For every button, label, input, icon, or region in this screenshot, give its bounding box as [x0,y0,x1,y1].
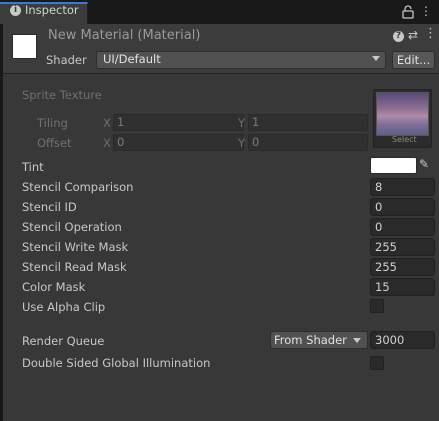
eyedropper-icon[interactable]: ✎ [419,157,429,171]
tiling-y-field[interactable]: 1 [248,114,368,131]
shader-label: Shader [46,53,87,67]
tiling-x-field[interactable]: 1 [113,114,244,131]
stencil-write-mask-label: Stencil Write Mask [22,240,129,254]
shader-value: UI/Default [103,52,161,66]
stencil-operation-label: Stencil Operation [22,220,122,234]
tiling-y-letter: Y [238,116,246,130]
info-icon: i [10,5,21,16]
tint-color-field[interactable] [370,157,417,174]
stencil-read-mask-label: Stencil Read Mask [22,260,127,274]
render-queue-mode-value: From Shader [274,333,347,347]
offset-label: Offset [37,136,72,150]
preset-settings-icon[interactable]: ⇄ [408,28,418,42]
tiling-label: Tiling [37,116,68,130]
help-icon[interactable]: ? [393,31,404,42]
double-sided-gi-checkbox[interactable] [370,356,384,370]
tiling-x-letter: X [103,116,111,130]
material-title: New Material (Material) [48,28,201,43]
chevron-down-icon [372,56,380,61]
kebab-menu-icon[interactable]: ⋮ [420,4,432,18]
texture-select-label[interactable]: Select [392,135,417,144]
material-preview-thumbnail [12,34,37,59]
sprite-texture-label: Sprite Texture [22,88,102,102]
texture-thumbnail [376,92,429,136]
offset-x-field[interactable]: 0 [113,134,244,151]
chevron-down-icon [353,338,361,343]
render-queue-field[interactable]: 3000 [370,331,435,349]
use-alpha-clip-label: Use Alpha Clip [22,300,106,314]
color-mask-label: Color Mask [22,280,86,294]
use-alpha-clip-checkbox[interactable] [370,299,384,313]
stencil-operation-field[interactable]: 0 [370,218,435,236]
lock-icon[interactable] [401,5,415,19]
stencil-comparison-field[interactable]: 8 [370,178,435,196]
stencil-read-mask-field[interactable]: 255 [370,258,435,276]
render-queue-label: Render Queue [22,334,105,348]
double-sided-gi-label: Double Sided Global Illumination [22,356,211,370]
offset-y-letter: Y [238,136,246,150]
offset-y-field[interactable]: 0 [248,134,368,151]
stencil-id-field[interactable]: 0 [370,198,435,216]
stencil-write-mask-field[interactable]: 255 [370,238,435,256]
edit-shader-button[interactable]: Edit... [392,51,435,69]
color-mask-field[interactable]: 15 [370,278,435,296]
tab-label: Inspector [25,3,79,17]
tint-label: Tint [22,160,44,174]
more-options-icon[interactable]: ⋮ [424,26,437,41]
stencil-comparison-label: Stencil Comparison [22,180,134,194]
stencil-id-label: Stencil ID [22,200,77,214]
offset-x-letter: X [103,136,111,150]
